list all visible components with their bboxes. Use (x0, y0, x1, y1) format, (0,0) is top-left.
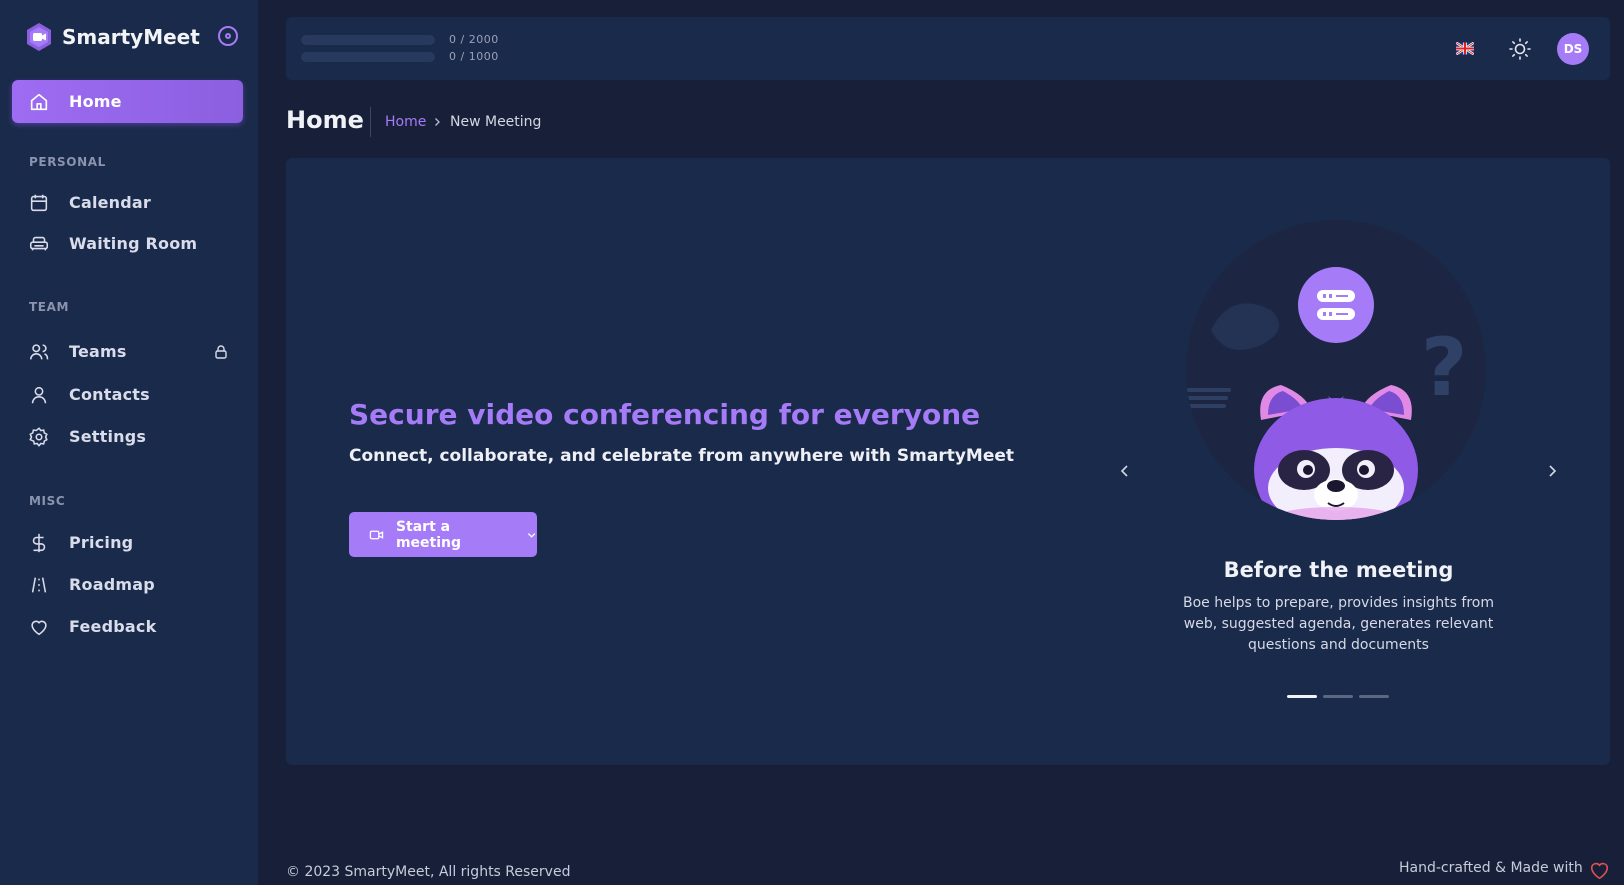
title-divider (370, 107, 371, 137)
brand[interactable]: SmartyMeet (24, 22, 200, 52)
carousel-indicator-1[interactable] (1287, 695, 1317, 698)
sidebar-item-label: Home (69, 92, 122, 111)
video-camera-icon (369, 530, 384, 539)
carousel-prev-icon[interactable] (1118, 464, 1132, 478)
sofa-icon (29, 236, 49, 250)
sidebar-item-waiting-room[interactable]: Waiting Room (12, 222, 243, 265)
breadcrumb-current: New Meeting (450, 114, 542, 130)
quota-text-2: 0 / 1000 (449, 50, 499, 63)
lock-icon (215, 345, 227, 359)
sidebar-item-label: Settings (69, 427, 147, 446)
footer-copyright: © 2023 SmartyMeet, All rights Reserved (286, 864, 571, 880)
carousel-indicator-3[interactable] (1359, 695, 1389, 698)
sidebar-item-settings[interactable]: Settings (12, 415, 243, 458)
carousel-slide-description: Boe helps to prepare, provides insights … (1183, 595, 1494, 653)
sidebar-item-roadmap[interactable]: Roadmap (12, 563, 243, 606)
sidebar-item-label: Teams (69, 342, 127, 361)
svg-text:?: ? (1421, 321, 1467, 414)
sidebar-item-feedback[interactable]: Feedback (12, 605, 243, 648)
sidebar-item-contacts[interactable]: Contacts (12, 373, 243, 416)
home-icon (30, 93, 48, 110)
quota-text-1: 0 / 2000 (449, 33, 499, 46)
sidebar-item-pricing[interactable]: Pricing (12, 521, 243, 564)
road-icon (31, 577, 47, 592)
raccoon-mascot-illustration: ? (1186, 220, 1486, 520)
app-name: SmartyMeet (62, 25, 200, 49)
sun-icon[interactable] (1508, 37, 1532, 61)
section-personal: PERSONAL (29, 155, 106, 169)
sidebar-item-calendar[interactable]: Calendar (12, 181, 243, 224)
sidebar-item-label: Contacts (69, 385, 150, 404)
smartymeet-logo-icon (27, 23, 51, 51)
chevron-down-icon[interactable] (526, 529, 537, 541)
dollar-icon (32, 533, 46, 552)
hero-card: Secure video conferencing for everyone C… (286, 158, 1610, 765)
uk-flag-icon[interactable] (1456, 42, 1474, 55)
heart-icon (1590, 862, 1609, 880)
hero-title: Secure video conferencing for everyone (349, 398, 981, 431)
carousel-slide-title: Before the meeting (1223, 558, 1454, 582)
section-misc: MISC (29, 494, 66, 508)
section-team: TEAM (29, 300, 70, 314)
sidebar-item-teams[interactable]: Teams (12, 330, 243, 373)
top-bar: 0 / 2000 0 / 1000 DS (286, 17, 1610, 80)
user-icon (31, 386, 47, 403)
carousel-indicators (1287, 695, 1389, 698)
quota-progress-2 (301, 52, 435, 62)
footer-credit: Hand-crafted & Made with (1399, 860, 1583, 876)
start-meeting-button[interactable]: Start a meeting (349, 512, 537, 557)
chevron-right-icon (435, 118, 440, 126)
sidebar-item-label: Pricing (69, 533, 134, 552)
page-title: Home (286, 106, 364, 134)
hero-subtitle: Connect, collaborate, and celebrate from… (349, 446, 1015, 466)
users-icon (29, 343, 49, 359)
gear-icon (29, 426, 48, 447)
start-meeting-label: Start a meeting (395, 518, 461, 551)
heart-icon (31, 620, 47, 635)
sidebar-item-label: Calendar (69, 193, 152, 212)
sidebar-item-label: Waiting Room (69, 234, 198, 253)
sidebar-item-label: Feedback (69, 617, 157, 636)
sidebar-item-home[interactable]: Home (12, 80, 243, 123)
quota-progress-1 (301, 35, 435, 45)
sidebar: SmartyMeet Home PERSONAL Calendar Waitin… (0, 0, 258, 885)
sidebar-item-label: Roadmap (69, 575, 155, 594)
calendar-icon (30, 194, 48, 211)
collapse-sidebar-icon[interactable] (218, 26, 238, 46)
breadcrumb-home-link[interactable]: Home (385, 114, 426, 130)
carousel-next-icon[interactable] (1545, 464, 1559, 478)
avatar[interactable]: DS (1557, 33, 1589, 65)
carousel-indicator-2[interactable] (1323, 695, 1353, 698)
